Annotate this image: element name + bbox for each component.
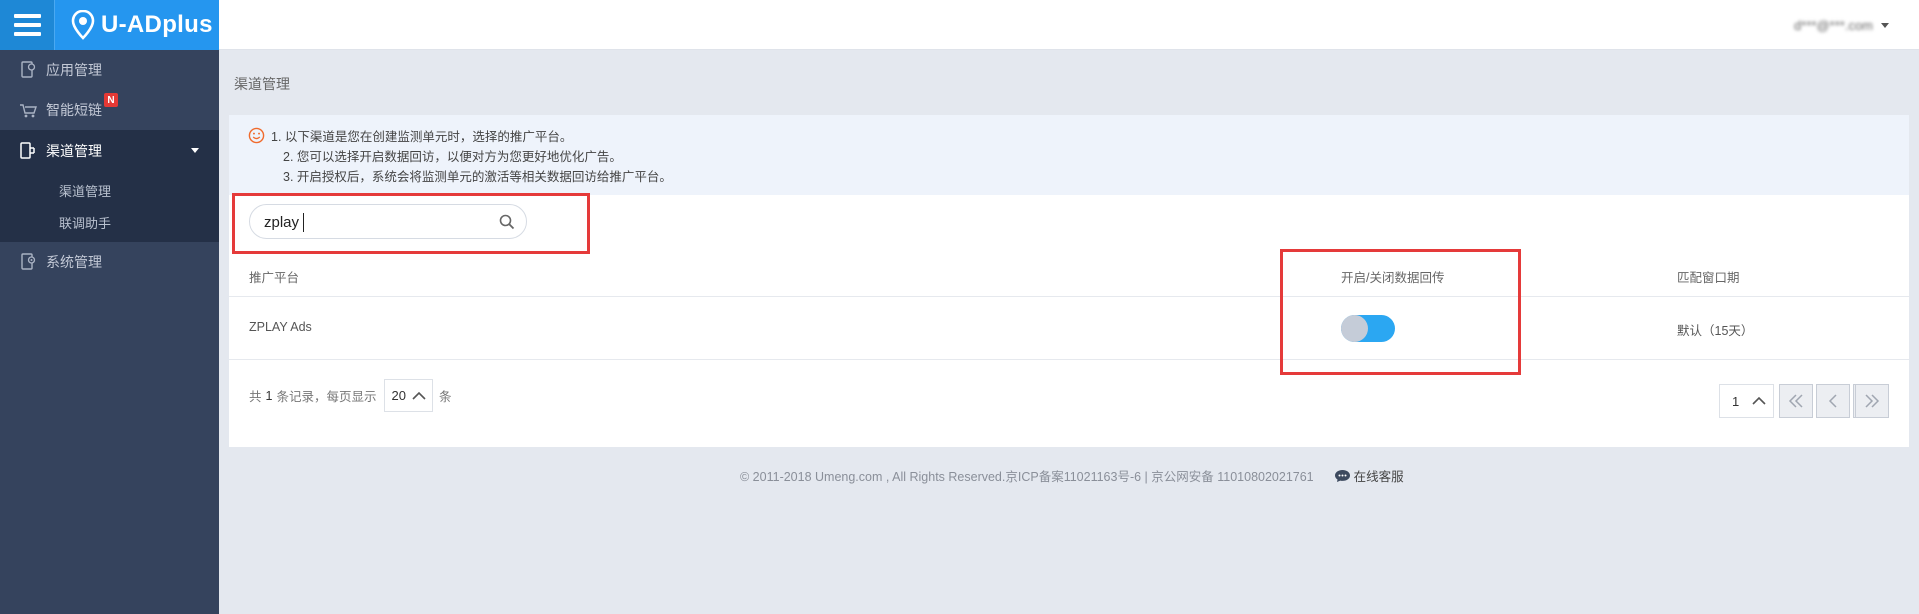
chat-bubble-icon: [1334, 469, 1350, 482]
column-header-callback: 开启/关闭数据回传: [1341, 271, 1445, 285]
page-size-value: 20: [391, 388, 406, 403]
smart-link-icon: [18, 100, 38, 120]
submenu-item-debug-assistant[interactable]: 联调助手: [0, 206, 219, 238]
smiley-icon: [248, 127, 265, 144]
channel-card: 1. 以下渠道是您在创建监测单元时，选择的推广平台。 2. 您可以选择开启数据回…: [229, 115, 1909, 447]
location-pin-icon: [71, 10, 95, 40]
new-badge: N: [104, 93, 118, 107]
window-cell: 默认（15天）: [1677, 324, 1754, 338]
double-chevron-right-icon: [1865, 394, 1880, 408]
online-service-link[interactable]: 在线客服: [1334, 466, 1404, 485]
chevron-up-icon: [412, 391, 426, 400]
page-size-select[interactable]: 20: [384, 379, 433, 412]
app-logo[interactable]: U-ADplus: [54, 0, 219, 50]
chevron-left-icon: [1828, 394, 1837, 408]
tip-line: 2. 您可以选择开启数据回访，以便对方为您更好地优化广告。: [283, 150, 622, 164]
app-manage-icon: [18, 60, 38, 80]
sidebar-item-channel[interactable]: 渠道管理: [0, 130, 219, 171]
callback-toggle[interactable]: [1341, 315, 1395, 342]
channel-submenu: 渠道管理 联调助手: [0, 171, 219, 242]
tip-line: 3. 开启授权后，系统会将监测单元的激活等相关数据回访给推广平台。: [283, 170, 672, 184]
sidebar-item-smart-link[interactable]: 智能短链 N: [0, 90, 219, 130]
sidebar-item-label: 渠道管理: [46, 142, 102, 159]
chevron-down-icon: [191, 148, 199, 153]
sidebar-item-label: 系统管理: [46, 254, 102, 270]
user-email: d***@***.com: [1794, 17, 1873, 33]
channel-icon: [18, 141, 38, 161]
double-chevron-left-icon: [1788, 394, 1803, 408]
footer: © 2011-2018 Umeng.com , All Rights Reser…: [740, 466, 1404, 485]
sidebar-item-system[interactable]: 系统管理: [0, 242, 219, 282]
total-suffix: 条记录，每页显示: [276, 390, 377, 404]
chevron-down-icon: [1881, 22, 1889, 28]
first-page-button[interactable]: [1779, 384, 1813, 418]
column-header-window: 匹配窗口期: [1677, 271, 1740, 285]
toggle-knob: [1341, 315, 1368, 342]
online-service-label: 在线客服: [1353, 470, 1404, 484]
text-cursor: [303, 213, 304, 232]
total-count: 1: [265, 388, 273, 403]
page-number-select[interactable]: 1: [1719, 384, 1774, 418]
total-prefix: 共: [249, 390, 262, 404]
prev-page-button[interactable]: [1816, 384, 1850, 418]
tips-panel: 1. 以下渠道是您在创建监测单元时，选择的推广平台。 2. 您可以选择开启数据回…: [229, 115, 1909, 195]
table-header: 推广平台 开启/关闭数据回传 匹配窗口期: [229, 252, 1909, 297]
top-bar: U-ADplus d***@***.com: [0, 0, 1919, 50]
breadcrumb: 渠道管理: [234, 76, 290, 92]
app-name: U-ADplus: [101, 11, 213, 38]
search-box: [249, 204, 527, 239]
tip-line: 1. 以下渠道是您在创建监测单元时，选择的推广平台。: [271, 130, 573, 144]
column-header-platform: 推广平台: [249, 271, 300, 285]
system-icon: [18, 252, 38, 272]
current-page: 1: [1732, 393, 1740, 409]
page-size-suffix: 条: [438, 390, 452, 404]
submenu-item-channel-manage[interactable]: 渠道管理: [0, 174, 219, 206]
last-page-button[interactable]: [1855, 384, 1889, 418]
platform-cell: ZPLAY Ads: [249, 320, 312, 334]
search-input[interactable]: [264, 212, 484, 232]
user-menu[interactable]: d***@***.com: [1794, 14, 1889, 36]
search-icon[interactable]: [498, 213, 516, 231]
sidebar-item-label: 应用管理: [46, 62, 102, 78]
pagination-summary: 共 1 条记录，每页显示 20 条: [249, 379, 451, 412]
sidebar-item-app-manage[interactable]: 应用管理: [0, 50, 219, 90]
copyright-text: © 2011-2018 Umeng.com , All Rights Reser…: [740, 470, 1314, 484]
chevron-up-icon: [1752, 396, 1766, 405]
sidebar: 应用管理 智能短链 N 渠道管理 渠道管理 联调助手 系统管理: [0, 50, 219, 614]
hamburger-icon: [13, 14, 41, 18]
sidebar-item-label: 智能短链: [46, 102, 102, 118]
table-row: ZPLAY Ads 默认（15天）: [229, 297, 1909, 360]
menu-toggle-button[interactable]: [0, 0, 54, 50]
